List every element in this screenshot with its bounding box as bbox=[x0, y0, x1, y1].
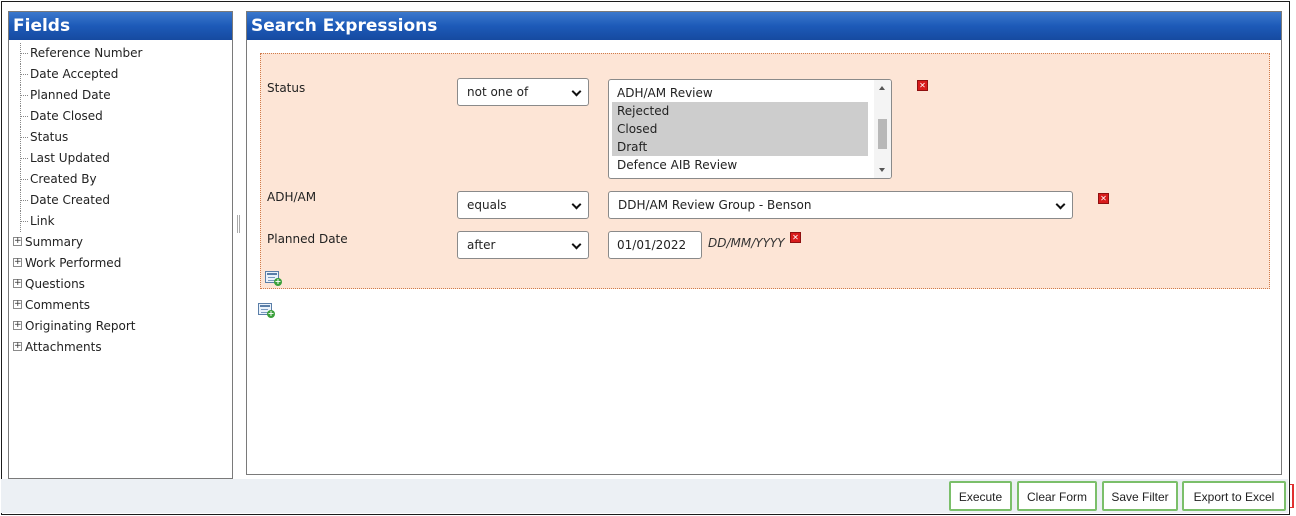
tree-item[interactable]: Link bbox=[9, 211, 232, 232]
delete-adh-am-expression-icon[interactable]: ✕ bbox=[1098, 193, 1109, 204]
adh-am-operator-select[interactable]: equals bbox=[457, 191, 589, 219]
tree-item[interactable]: + Originating Report bbox=[9, 316, 232, 337]
tree-item[interactable]: + Work Performed bbox=[9, 253, 232, 274]
status-option[interactable]: Defence AIB Review bbox=[612, 156, 868, 174]
tree-item-label: Originating Report bbox=[25, 319, 136, 333]
fields-panel-title: Fields bbox=[9, 12, 232, 40]
focus-edge-marker bbox=[1290, 484, 1294, 508]
tree-item-label: Date Accepted bbox=[30, 67, 119, 81]
status-field-label: Status bbox=[267, 81, 306, 95]
expression-group: Status not one of ADH/AM Review Rejected C… bbox=[260, 53, 1270, 289]
status-option[interactable]: ADH/AM Review bbox=[612, 84, 868, 102]
tree-item-label: Date Created bbox=[30, 193, 110, 207]
tree-item-label: Reference Number bbox=[30, 46, 143, 60]
clear-form-button[interactable]: Clear Form bbox=[1017, 481, 1097, 511]
search-expressions-panel: Search Expressions Status not one of ADH… bbox=[246, 11, 1282, 475]
tree-item[interactable]: Reference Number bbox=[9, 43, 232, 64]
status-operator-select[interactable]: not one of bbox=[457, 78, 589, 106]
tree-item[interactable]: Status bbox=[9, 127, 232, 148]
planned-date-input[interactable]: 01/01/2022 bbox=[608, 231, 702, 259]
tree-item[interactable]: + Summary bbox=[9, 232, 232, 253]
tree-item-label: Comments bbox=[25, 298, 91, 312]
tree-item[interactable]: Created By bbox=[9, 169, 232, 190]
tree-connector bbox=[20, 200, 28, 201]
chevron-down-icon bbox=[571, 239, 582, 250]
tree-item-label: Planned Date bbox=[30, 88, 111, 102]
expand-plus-icon[interactable]: + bbox=[13, 321, 22, 330]
tree-item-label: Summary bbox=[25, 235, 83, 249]
execute-button[interactable]: Execute bbox=[949, 481, 1012, 511]
expand-plus-icon[interactable]: + bbox=[13, 342, 22, 351]
scroll-thumb[interactable] bbox=[878, 119, 887, 149]
tree-connector bbox=[20, 74, 28, 75]
tree-item-label: Link bbox=[30, 214, 55, 228]
tree-item[interactable]: + Attachments bbox=[9, 337, 232, 358]
tree-connector bbox=[20, 116, 28, 117]
tree-connector bbox=[20, 179, 28, 180]
tree-item[interactable]: Date Accepted bbox=[9, 64, 232, 85]
tree-connector bbox=[20, 158, 28, 159]
expand-plus-icon[interactable]: + bbox=[13, 300, 22, 309]
status-option[interactable]: Closed bbox=[612, 120, 868, 138]
expand-plus-icon[interactable]: + bbox=[13, 237, 22, 246]
add-expression-group-icon[interactable]: + bbox=[258, 303, 275, 318]
status-values-listbox[interactable]: ADH/AM Review Rejected Closed Draft Defence … bbox=[608, 79, 892, 179]
chevron-down-icon bbox=[1055, 199, 1066, 210]
scroll-up-arrow-icon[interactable] bbox=[879, 86, 885, 90]
tree-item[interactable]: Date Closed bbox=[9, 106, 232, 127]
status-option[interactable]: Rejected bbox=[612, 102, 868, 120]
tree-item[interactable]: + Questions bbox=[9, 274, 232, 295]
save-filter-button[interactable]: Save Filter bbox=[1102, 481, 1178, 511]
tree-connector bbox=[20, 95, 28, 96]
tree-connector bbox=[20, 53, 28, 54]
tree-item-label: Attachments bbox=[25, 340, 102, 354]
add-expression-icon[interactable]: + bbox=[265, 271, 282, 286]
tree-item[interactable]: Date Created bbox=[9, 190, 232, 211]
chevron-down-icon bbox=[571, 199, 582, 210]
delete-planned-date-expression-icon[interactable]: ✕ bbox=[790, 232, 801, 243]
adh-am-operator-value: equals bbox=[467, 198, 507, 212]
status-operator-value: not one of bbox=[467, 85, 529, 99]
export-to-excel-button[interactable]: Export to Excel bbox=[1182, 481, 1286, 511]
tree-item[interactable]: Last Updated bbox=[9, 148, 232, 169]
tree-item-label: Status bbox=[30, 130, 69, 144]
date-format-hint: DD/MM/YYYY bbox=[708, 236, 785, 250]
tree-item-label: Last Updated bbox=[30, 151, 110, 165]
planned-date-operator-value: after bbox=[467, 238, 496, 252]
tree-connector bbox=[20, 137, 28, 138]
tree-item[interactable]: + Comments bbox=[9, 295, 232, 316]
tree-item-label: Work Performed bbox=[25, 256, 122, 270]
adh-am-value: DDH/AM Review Group - Benson bbox=[618, 198, 812, 212]
panel-splitter-handle[interactable] bbox=[237, 215, 240, 233]
delete-status-expression-icon[interactable]: ✕ bbox=[917, 80, 928, 91]
planned-date-operator-select[interactable]: after bbox=[457, 231, 589, 259]
tree-item-label: Questions bbox=[25, 277, 85, 291]
tree-connector bbox=[20, 221, 28, 222]
planned-date-value: 01/01/2022 bbox=[617, 238, 687, 252]
tree-item-label: Created By bbox=[30, 172, 97, 186]
tree-item[interactable]: Planned Date bbox=[9, 85, 232, 106]
fields-panel: Fields Reference Number Date Accepted Plan… bbox=[8, 11, 233, 479]
fields-tree: Reference Number Date Accepted Planned Dat… bbox=[9, 43, 232, 358]
adh-am-value-select[interactable]: DDH/AM Review Group - Benson bbox=[608, 191, 1073, 219]
expand-plus-icon[interactable]: + bbox=[13, 258, 22, 267]
status-option[interactable]: Draft bbox=[612, 138, 868, 156]
status-options: ADH/AM Review Rejected Closed Draft Defence … bbox=[609, 80, 891, 174]
adh-am-field-label: ADH/AM bbox=[267, 190, 317, 204]
listbox-scrollbar[interactable] bbox=[874, 80, 891, 178]
chevron-down-icon bbox=[571, 86, 582, 97]
scroll-down-arrow-icon[interactable] bbox=[879, 168, 885, 172]
expand-plus-icon[interactable]: + bbox=[13, 279, 22, 288]
search-panel-title: Search Expressions bbox=[247, 12, 1281, 40]
tree-item-label: Date Closed bbox=[30, 109, 103, 123]
planned-date-field-label: Planned Date bbox=[267, 232, 348, 246]
